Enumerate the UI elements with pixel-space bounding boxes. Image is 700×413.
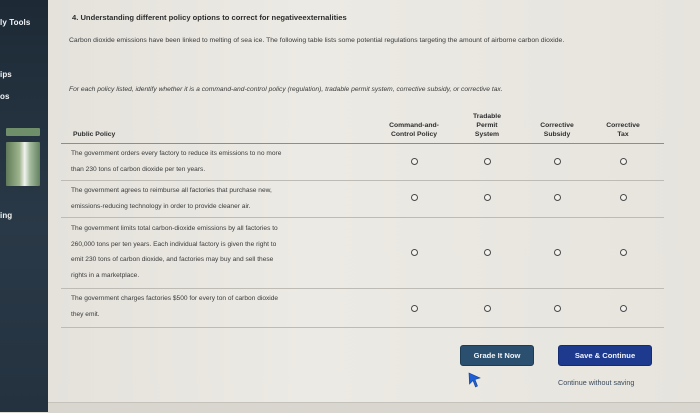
policy-text-line: 260,000 tons per ten years. Each individ… xyxy=(71,240,277,248)
policy-text-line: The government agrees to reimburse all f… xyxy=(71,187,272,194)
radio-tradable-permit[interactable] xyxy=(484,158,491,165)
mouse-cursor-icon xyxy=(468,372,481,388)
policy-table: Public Policy Command-and- Control Polic… xyxy=(61,106,664,328)
table-row: The government limits total carbon-dioxi… xyxy=(61,218,664,289)
save-and-continue-button[interactable]: Save & Continue xyxy=(558,345,652,366)
table-header: Public Policy Command-and- Control Polic… xyxy=(61,106,664,144)
radio-corrective-subsidy[interactable] xyxy=(554,158,561,165)
policy-text-line: emit 230 tons of carbon dioxide, and fac… xyxy=(71,256,274,263)
policy-text-line: The government limits total carbon-dioxi… xyxy=(71,225,278,232)
radio-corrective-subsidy[interactable] xyxy=(554,305,561,312)
policy-description: The government limits total carbon-dioxi… xyxy=(71,221,361,283)
sidebar: ly Tools ips os ing xyxy=(0,0,48,412)
column-header-line: Tax xyxy=(617,131,629,138)
radio-command-control[interactable] xyxy=(411,305,418,312)
question-intro: Carbon dioxide emissions have been linke… xyxy=(69,37,565,44)
table-row: The government orders every factory to r… xyxy=(61,144,664,181)
policy-description: The government orders every factory to r… xyxy=(71,146,361,177)
policy-text-line: The government charges factories $500 fo… xyxy=(71,295,279,302)
radio-corrective-tax[interactable] xyxy=(620,305,627,312)
column-header-policy: Public Policy xyxy=(73,131,116,138)
radio-tradable-permit[interactable] xyxy=(484,194,491,201)
column-header-line: Command-and- xyxy=(389,122,439,129)
question-instruction: For each policy listed, identify whether… xyxy=(69,86,503,93)
column-header-command-control: Command-and- Control Policy xyxy=(379,121,449,139)
sidebar-item-os[interactable]: os xyxy=(0,92,10,101)
table-row: The government charges factories $500 fo… xyxy=(61,289,664,328)
radio-corrective-subsidy[interactable] xyxy=(554,194,561,201)
policy-text-line: they emit. xyxy=(71,310,100,318)
column-header-corrective-tax: Corrective Tax xyxy=(597,121,649,139)
policy-description: The government agrees to reimburse all f… xyxy=(71,183,361,214)
column-header-tradable-permit: Tradable Permit System xyxy=(465,112,509,139)
radio-corrective-tax[interactable] xyxy=(620,158,627,165)
sidebar-item-tools[interactable]: ly Tools xyxy=(0,18,30,27)
radio-command-control[interactable] xyxy=(411,249,418,256)
continue-without-saving-link[interactable]: Continue without saving xyxy=(558,378,634,387)
table-row: The government agrees to reimburse all f… xyxy=(61,181,664,218)
policy-text-line: rights in a marketplace. xyxy=(71,271,140,279)
main-panel: 4. Understanding different policy option… xyxy=(48,0,700,413)
column-header-line: Control Policy xyxy=(390,131,438,138)
column-header-line: Permit xyxy=(476,122,498,129)
sidebar-thumbnail xyxy=(6,128,40,136)
sidebar-item-ing[interactable]: ing xyxy=(0,211,12,220)
policy-text-line: The government orders every factory to r… xyxy=(71,150,282,157)
column-header-line: Tradable xyxy=(473,113,501,120)
column-header-line: Corrective xyxy=(540,122,574,129)
column-header-line: System xyxy=(474,131,500,138)
radio-corrective-tax[interactable] xyxy=(620,194,627,201)
column-header-line: Corrective xyxy=(606,122,640,129)
sidebar-item-tips[interactable]: ips xyxy=(0,70,12,79)
policy-description: The government charges factories $500 fo… xyxy=(71,291,361,322)
grade-it-now-button[interactable]: Grade It Now xyxy=(460,345,534,366)
radio-tradable-permit[interactable] xyxy=(484,305,491,312)
radio-command-control[interactable] xyxy=(411,158,418,165)
bottom-strip xyxy=(48,402,700,413)
question-title: 4. Understanding different policy option… xyxy=(72,13,347,22)
radio-command-control[interactable] xyxy=(411,194,418,201)
sidebar-thumbnail xyxy=(6,142,40,186)
policy-text-line: than 230 tons of carbon dioxide per ten … xyxy=(71,165,206,173)
column-header-line: Subsidy xyxy=(543,131,571,138)
radio-corrective-tax[interactable] xyxy=(620,249,627,256)
policy-text-line: emissions-reducing technology in order t… xyxy=(71,202,251,210)
radio-corrective-subsidy[interactable] xyxy=(554,249,561,256)
column-header-corrective-subsidy: Corrective Subsidy xyxy=(531,121,583,139)
radio-tradable-permit[interactable] xyxy=(484,249,491,256)
